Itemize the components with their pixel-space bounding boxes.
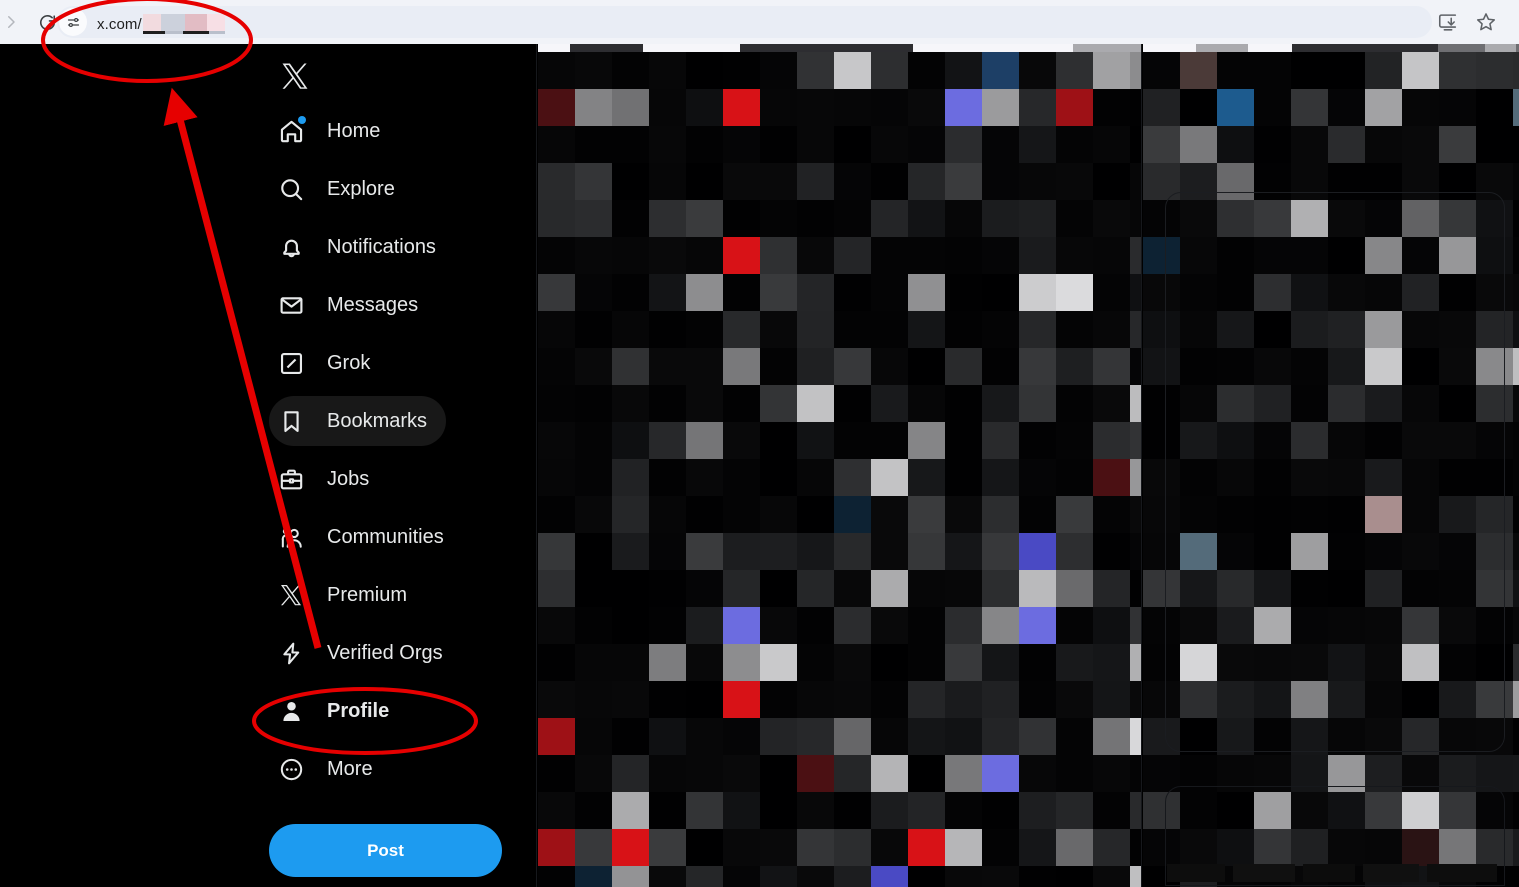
- sidebar-item-label: Grok: [327, 352, 371, 374]
- sidebar-item-label: Notifications: [327, 236, 436, 258]
- home-icon: [274, 114, 308, 148]
- bookmark-star-icon[interactable]: [1475, 11, 1497, 33]
- url-redacted-path: [142, 13, 225, 34]
- person-icon: [274, 694, 308, 728]
- site-settings-icon[interactable]: [59, 8, 87, 36]
- forward-arrow-icon[interactable]: [0, 7, 26, 37]
- grok-icon: [274, 346, 308, 380]
- timeline-column[interactable]: [538, 44, 1142, 887]
- communities-icon: [274, 520, 308, 554]
- briefcase-icon: [274, 462, 308, 496]
- sidebar-item-verified-orgs[interactable]: Verified Orgs: [269, 628, 462, 678]
- primary-sidebar: Home Explore Notifications Messages Grok…: [0, 44, 537, 887]
- sidebar-item-more[interactable]: More: [269, 744, 392, 794]
- lightning-bolt-icon: [274, 636, 308, 670]
- sidebar-item-communities[interactable]: Communities: [269, 512, 463, 562]
- sidebar-item-label: Verified Orgs: [327, 642, 443, 664]
- sidebar-item-label: Home: [327, 120, 381, 142]
- sidebar-item-label: Communities: [327, 526, 444, 548]
- x-logo-icon[interactable]: [273, 54, 317, 98]
- sidebar-item-messages[interactable]: Messages: [269, 280, 437, 330]
- browser-toolbar: x.com/: [0, 0, 1519, 44]
- url-text: x.com/: [97, 12, 225, 34]
- home-unread-badge: [298, 116, 306, 124]
- sidebar-item-bookmarks[interactable]: Bookmarks: [269, 396, 447, 446]
- install-app-icon[interactable]: [1437, 11, 1459, 33]
- sidebar-item-premium[interactable]: Premium: [269, 570, 426, 620]
- sidebar-item-grok[interactable]: Grok: [269, 338, 389, 388]
- sidebar-item-explore[interactable]: Explore: [269, 164, 414, 214]
- x-premium-icon: [274, 578, 308, 612]
- address-bar[interactable]: x.com/: [57, 6, 1432, 38]
- screenshot-root: x.com/ Home Explore Notifications Messag…: [0, 0, 1519, 887]
- url-host: x.com/: [97, 15, 142, 33]
- sidebar-item-label: Explore: [327, 178, 395, 200]
- sidebar-item-jobs[interactable]: Jobs: [269, 454, 388, 504]
- bell-icon: [274, 230, 308, 264]
- sidebar-item-label: Bookmarks: [327, 410, 428, 432]
- envelope-icon: [274, 288, 308, 322]
- footer-links-redacted: [1167, 864, 1497, 882]
- sidebar-item-label: Jobs: [327, 468, 370, 490]
- post-button[interactable]: Post: [269, 824, 502, 877]
- sidebar-item-home[interactable]: Home: [269, 106, 399, 156]
- sidebar-nav-list: Home Explore Notifications Messages Grok…: [269, 106, 519, 802]
- sidebar-item-label: Profile: [327, 700, 390, 722]
- bookmark-icon: [274, 404, 308, 438]
- more-ellipsis-icon: [274, 752, 308, 786]
- browser-action-icons: [1437, 0, 1497, 44]
- sidebar-item-profile[interactable]: Profile: [269, 686, 408, 736]
- search-icon: [274, 172, 308, 206]
- sidebar-item-label: Premium: [327, 584, 408, 606]
- right-sidebar-column[interactable]: [1143, 44, 1519, 887]
- sidebar-item-label: More: [327, 758, 373, 780]
- sidebar-item-notifications[interactable]: Notifications: [269, 222, 455, 272]
- sidebar-item-label: Messages: [327, 294, 419, 316]
- x-app: Home Explore Notifications Messages Grok…: [0, 44, 1519, 887]
